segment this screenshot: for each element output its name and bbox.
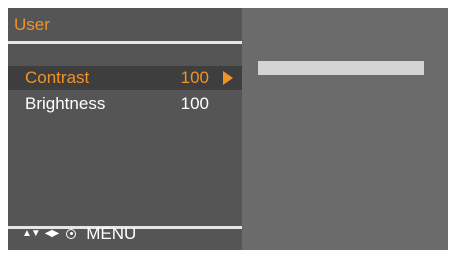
menu-hint-label: MENU <box>86 224 137 243</box>
menu-item-label: Contrast <box>25 68 90 87</box>
menu-item-contrast[interactable]: Contrast 100 <box>8 66 242 90</box>
header-divider <box>8 41 242 44</box>
menu-item-label: Brightness <box>25 94 106 113</box>
osd-window: User Contrast 100 Brightness 100 <box>8 8 448 250</box>
circle-dot-icon <box>66 228 77 239</box>
adjust-panel <box>242 8 448 250</box>
menu-title: User <box>14 15 50 34</box>
left-right-arrows-icon: ◀▶ <box>44 228 59 239</box>
contrast-slider[interactable] <box>258 61 424 75</box>
menu-item-value: 100 <box>180 94 209 113</box>
submenu-arrow-icon <box>223 71 233 85</box>
up-down-arrows-icon: ▲▼ <box>22 228 41 239</box>
menu-panel: User Contrast 100 Brightness 100 <box>8 8 242 250</box>
footer-hints: ▲▼ ◀▶ MENU <box>22 225 136 242</box>
menu-item-value: 100 <box>180 68 209 87</box>
menu-item-brightness[interactable]: Brightness 100 <box>8 92 242 116</box>
